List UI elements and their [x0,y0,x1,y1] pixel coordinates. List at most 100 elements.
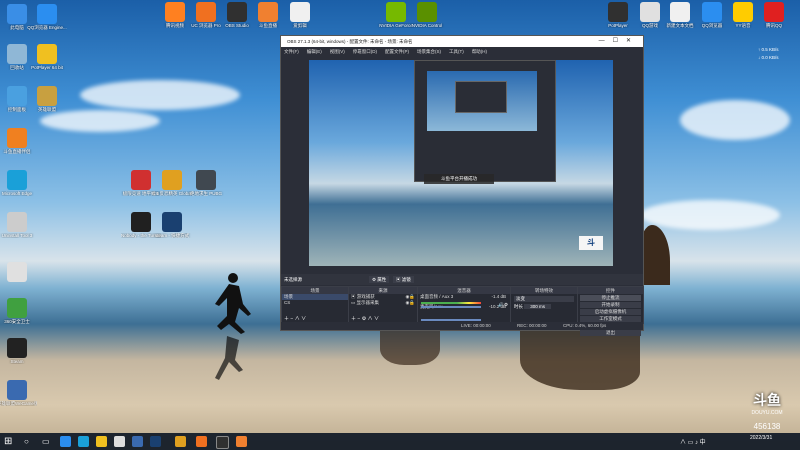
volume-slider[interactable] [421,319,481,321]
edge-icon[interactable] [78,436,89,447]
preview-canvas[interactable]: 斗鱼平台开播成功 斗 [309,60,613,266]
net-speed-widget: ↑ 0.5 KB/s ↓ 0.0 KB/s [758,47,779,60]
properties-button[interactable]: ⚙ 属性 [369,276,390,283]
desktop-icon[interactable]: Steam [0,338,37,364]
taskbar-app-icon[interactable] [60,436,71,447]
controls-header: 控件 [578,287,643,294]
top-desktop-icon[interactable]: 腾讯QQ [754,2,794,28]
rock-formation [640,225,670,285]
rock-reflection [520,330,640,390]
game-icon[interactable]: steam - 快捷方式 [152,212,192,238]
menu-item[interactable]: 编辑(E) [307,49,322,54]
game-icon-label: 绝地求生 PUBG [189,191,222,196]
window-controls[interactable]: —☐✕ [599,36,639,47]
game-icon-icon [131,212,151,232]
desktop-icon[interactable]: 英雄联盟WeGame版 [0,380,37,406]
cloud [80,80,240,110]
game-icon-icon [162,170,182,190]
desktop-icon-icon [7,86,27,106]
menu-bar: 文件(F) 编辑(E) 视图(V) 停靠窗口(D) 配置文件(P) 场景集合(S) 工具(T… [281,47,643,56]
taskbar-app-icon[interactable] [175,436,186,447]
source-label: 游戏捕获 [356,294,375,299]
control-button[interactable]: 退出 [580,330,641,336]
top-desktop-icon[interactable]: NVIDIA Control [407,2,447,28]
douyu-logo-small: 斗 [579,236,603,250]
source-toolbar: 未选择源 ⚙ 属性 ▣ 滤镜 [281,274,643,285]
desktop-icon[interactable]: QQ浏览器 Engine... [27,4,67,30]
douyu-taskbar-icon[interactable] [236,436,247,447]
filters-button[interactable]: ▣ 滤镜 [393,276,414,283]
top-desktop-icon[interactable]: 爱剪辑 [280,2,320,28]
channel-db: -1.4 dB [491,294,506,299]
obs-taskbar-icon[interactable] [216,436,229,449]
brand-domain: DOUYU.COM [751,410,783,416]
desktop-icon[interactable]: 360安全卫士 [0,298,37,324]
control-button[interactable]: 开始录制 [580,302,641,308]
desktop-icon-icon [7,4,27,24]
menu-item[interactable]: 工具(T) [449,49,464,54]
desktop-icon-icon [7,128,27,148]
download-speed: 0.0 KB/s [761,55,779,60]
desktop-icon[interactable]: PotPlayer 64 bit [27,44,67,70]
taskbar-app-icon[interactable] [196,436,207,447]
obs-window[interactable]: OBS 27.1.3 (64-bit, windows) - 配置文件: 未命名… [280,35,644,336]
top-desktop-icon-label: 爱剪辑 [293,23,307,28]
scenes-dock: 场景 场景 CS ＋ − ∧ ∨ [281,286,349,324]
clock[interactable]: 2022/3/31 [750,435,772,441]
upload-speed: 0.5 KB/s [761,47,779,52]
top-desktop-icon-icon [608,2,628,22]
status-bar: LIVE: 00:00:00 REC: 00:00:00 CPU: 0.4%, … [281,322,643,330]
brand-logo: 斗鱼 [753,392,781,408]
store-icon[interactable] [114,436,125,447]
search-icon[interactable]: ○ [24,436,35,447]
steam-icon[interactable] [150,436,161,447]
gear-icon[interactable]: 🔊⚙ [498,302,508,308]
desktop-icon[interactable]: 英雄联盟 [27,86,67,112]
source-controls[interactable]: ＋ − ⚙ ∧ ∨ [351,315,379,322]
menu-item[interactable]: 文件(F) [284,49,299,54]
menu-item[interactable]: 配置文件(P) [385,49,409,54]
mixer-dock: 混音器 桌面音频 / Aux 3-1.4 dB 麦克风/Aux-10.2 dB … [417,286,511,324]
control-button[interactable]: 停止推流 [580,295,641,301]
taskbar: ⊞ ○ ▭ ∧ ▭ ♪ 中 2022/3/31 [0,433,800,450]
desktop-icon[interactable]: Microsoft Edge [0,170,37,196]
cloud [640,200,780,230]
top-desktop-icon-icon [733,2,753,22]
scene-item[interactable]: CS [282,300,348,306]
top-desktop-icon-icon [417,2,437,22]
menu-item[interactable]: 停靠窗口(D) [353,49,377,54]
top-desktop-icon-icon [640,2,660,22]
game-icon[interactable]: 绝地求生 PUBG [186,170,226,196]
transition-select[interactable]: 淡变 [514,296,574,302]
properties-label: 属性 [377,277,387,282]
top-desktop-icon-icon [227,2,247,22]
obs-titlebar[interactable]: OBS 27.1.3 (64-bit, windows) - 配置文件: 未命名… [281,36,643,47]
volume-slider[interactable] [421,306,481,308]
folder-icon[interactable] [96,436,107,447]
menu-item[interactable]: 帮助(H) [472,49,487,54]
menu-item[interactable]: 场景集合(S) [417,49,441,54]
source-item[interactable]: ▭ 显示器采集 ◉🔒 [349,300,417,306]
desktop: 此电脑 QQ浏览器 Engine... 回收站 PotPlayer 64 bit 控制面… [0,0,800,450]
desktop-icon-label: PotPlayer 64 bit [31,65,63,70]
cloud [40,110,160,132]
desktop-icon[interactable]: Uninstall Tool 3 [0,212,37,238]
transitions-dock: 转场特效 淡变 时长 300 ms [510,286,578,324]
desktop-icon[interactable] [0,262,37,283]
duration-label: 时长 [514,304,523,309]
desktop-icon[interactable]: 斗鱼直播伴侣 [0,128,37,154]
eye-icon[interactable]: ◉🔒 [405,300,415,306]
tray-icons[interactable]: ∧ ▭ ♪ 中 [680,437,706,446]
menu-item[interactable]: 视图(V) [330,49,345,54]
desktop-icon-label: 英雄联盟 [38,107,56,112]
scene-controls[interactable]: ＋ − ∧ ∨ [284,315,306,322]
game-icon-icon [196,170,216,190]
windows-start-icon[interactable]: ⊞ [4,436,15,447]
taskbar-app-icon[interactable] [132,436,143,447]
desktop-icon-label: 360安全卫士 [4,319,30,324]
duration-input[interactable]: 300 ms [524,304,552,309]
task-view-icon[interactable]: ▭ [42,436,53,447]
desktop-icon-icon [7,338,27,358]
top-desktop-icon-icon [702,2,722,22]
control-button[interactable]: 启动虚拟摄像机 [580,309,641,315]
